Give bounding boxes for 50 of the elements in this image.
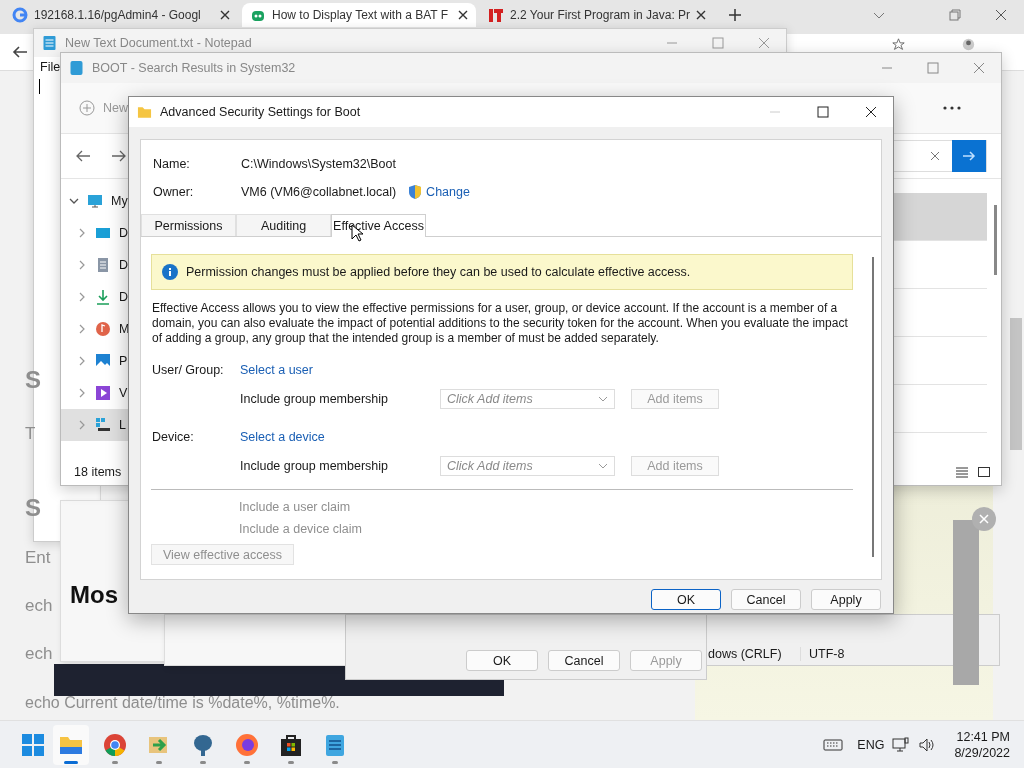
field-label: Include group membership <box>240 391 389 406</box>
tree-item[interactable]: M <box>61 313 129 345</box>
browser-tab[interactable]: 2.2 Your First Program in Java: Pr <box>480 3 714 27</box>
status-text: UTF-8 <box>800 647 901 661</box>
field-label: Name: <box>153 157 191 171</box>
dialog-button[interactable]: Cancel <box>548 650 620 671</box>
tree-item[interactable]: L <box>61 409 129 441</box>
page-text: T <box>25 424 36 444</box>
language-indicator[interactable]: ENG <box>857 737 885 752</box>
browser-tab[interactable]: How to Display Text with a BAT F <box>242 3 476 27</box>
field-label: Owner: <box>153 185 195 199</box>
tab[interactable]: Permissions <box>141 214 236 236</box>
field-label: Device: <box>152 429 195 444</box>
page-text: ech <box>25 596 53 616</box>
dialog-button[interactable]: Cancel <box>731 589 801 610</box>
status-text: dows (CRLF) <box>707 647 783 661</box>
page-text: S <box>25 366 41 394</box>
window-title: BOOT - Search Results in System32 <box>92 61 297 75</box>
tree-item[interactable]: My <box>61 185 129 217</box>
window-title: Advanced Security Settings for Boot <box>160 105 362 119</box>
field-label: User/ Group: <box>152 362 225 377</box>
change-link[interactable]: Change <box>426 185 470 199</box>
page-text: S <box>25 494 41 522</box>
tab[interactable]: Effective Access <box>331 214 426 237</box>
select-link[interactable]: Select a user <box>240 362 440 377</box>
window-title: New Text Document.txt - Notepad <box>65 36 253 50</box>
field-label: Include group membership <box>240 458 389 473</box>
field-value: C:\Windows\System32\Boot <box>241 157 396 171</box>
page-heading: Mos <box>70 581 118 609</box>
dialog-button[interactable]: OK <box>466 650 538 671</box>
banner-text: Permission changes must be applied before they can be used to calculate effective access. <box>186 265 691 279</box>
dialog-button[interactable]: Apply <box>811 589 881 610</box>
tree-item[interactable]: D <box>61 217 129 249</box>
tree-item[interactable]: V <box>61 377 129 409</box>
page-text: Ent <box>25 548 51 568</box>
menu-item[interactable]: File <box>40 60 61 74</box>
select-link[interactable]: Select a device <box>240 429 440 444</box>
item-count: 18 items <box>74 465 122 479</box>
dialog-button[interactable]: OK <box>651 589 721 610</box>
browser-tab[interactable]: 192168.1.16/pgAdmin4 - Googl <box>4 3 238 27</box>
page-text: echo Current date/time is %date%, %time%. <box>25 694 340 712</box>
field-value: VM6 (VM6@collabnet.local) <box>241 185 397 199</box>
clock-date[interactable]: 8/29/2022 <box>954 744 1010 761</box>
clock-time[interactable]: 12:41 PM <box>956 728 1010 745</box>
tab[interactable]: Auditing <box>236 214 331 236</box>
tree-item[interactable]: D <box>61 249 129 281</box>
page-text: ech <box>25 644 53 664</box>
tree-item[interactable]: P <box>61 345 129 377</box>
tree-item[interactable]: D <box>61 281 129 313</box>
description-text: Effective Access allows you to view the effective permissions for a user, group, or device account. If the account is a member of a domain, you can also evaluate the impact of potential additions to the security token for the account. When you evaluate the impact of adding a group, any group that the intended group is a member of must be added separately. <box>152 301 849 346</box>
